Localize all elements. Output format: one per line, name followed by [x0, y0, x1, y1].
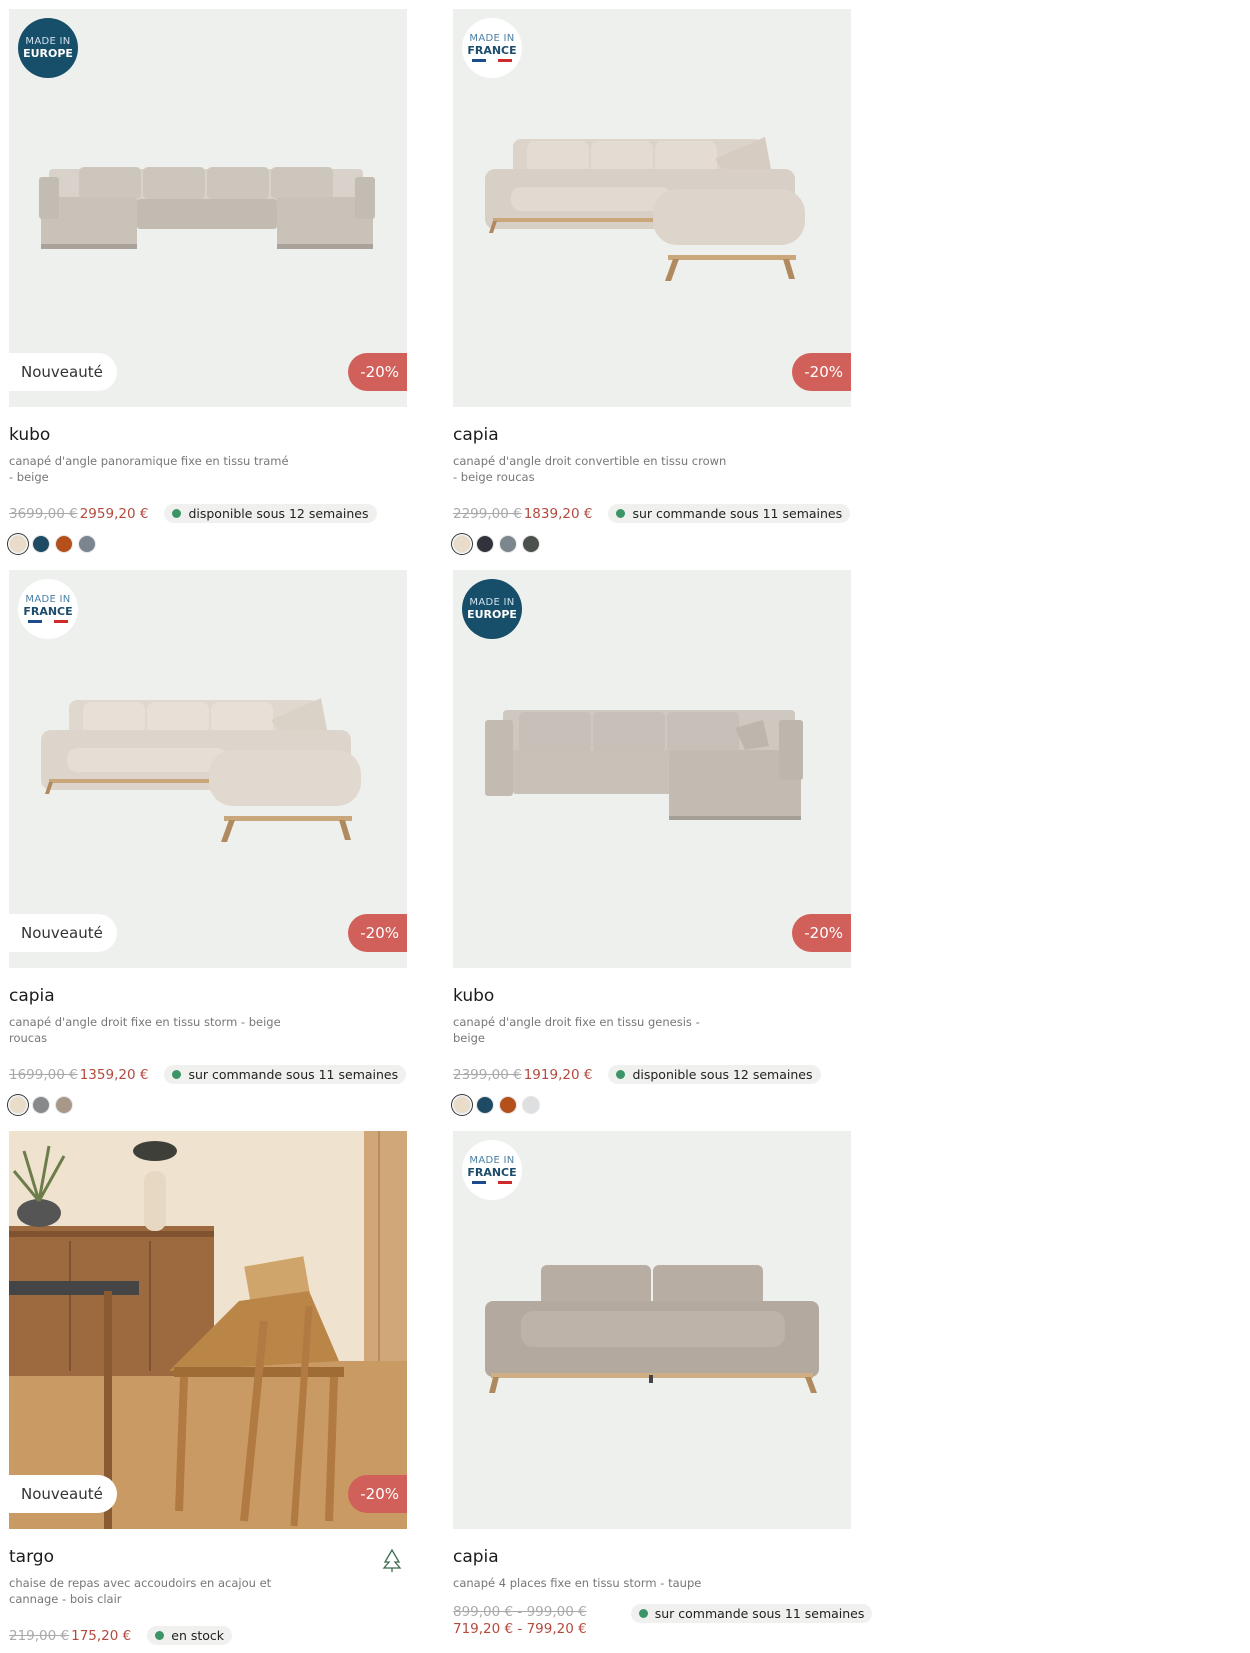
new-price: 175,20 € [71, 1627, 132, 1644]
color-swatches [453, 1096, 851, 1114]
french-flag-icon [472, 1181, 512, 1184]
color-swatch[interactable] [55, 535, 73, 553]
product-description[interactable]: chaise de repas avec accoudoirs en acajo… [9, 1575, 289, 1607]
color-swatches [9, 1096, 407, 1114]
discount-tag: -20% [348, 1475, 407, 1513]
product-description[interactable]: canapé 4 places fixe en tissu storm - ta… [453, 1575, 733, 1591]
color-swatch[interactable] [522, 535, 540, 553]
availability-badge: sur commande sous 11 semaines [164, 1065, 407, 1084]
product-image[interactable]: MADE IN FRANCE [453, 1131, 851, 1529]
product-name[interactable]: capia [9, 986, 407, 1008]
product-card[interactable]: MADE IN FRANCE Nouveauté -20% capia cana… [9, 570, 407, 1114]
availability-text: sur commande sous 11 semaines [632, 506, 843, 521]
product-image[interactable]: MADE IN EUROPE Nouveauté -20% [9, 9, 407, 407]
old-price: 2299,00 € [453, 505, 522, 522]
availability-badge: disponible sous 12 semaines [164, 504, 377, 523]
availability-text: disponible sous 12 semaines [632, 1067, 813, 1082]
new-price: 2959,20 € [79, 505, 149, 522]
new-price: 1919,20 € [523, 1066, 593, 1083]
new-price: 1839,20 € [523, 505, 593, 522]
status-dot-icon [172, 1070, 182, 1079]
color-swatch[interactable] [476, 535, 494, 553]
status-dot-icon [172, 509, 182, 518]
price-row: 899,00 € - 999,00 € 719,20 € - 799,20 € … [453, 1604, 873, 1637]
product-description[interactable]: canapé d'angle droit fixe en tissu storm… [9, 1014, 289, 1046]
status-dot-icon [155, 1631, 165, 1640]
new-price: 719,20 € - 799,20 € [453, 1621, 587, 1637]
made-in-europe-badge: MADE IN EUROPE [462, 579, 522, 639]
dining-chair-photo [9, 1131, 407, 1529]
product-card[interactable]: MADE IN EUROPE -20% kubo canapé d'angle … [453, 570, 851, 1114]
availability-badge: en stock [147, 1626, 233, 1645]
price-row: 3699,00 € 2959,20 € disponible sous 12 s… [9, 504, 407, 523]
price-row: 1699,00 € 1359,20 € sur commande sous 11… [9, 1065, 407, 1084]
color-swatch[interactable] [55, 1096, 73, 1114]
product-name[interactable]: targo [9, 1547, 407, 1569]
french-flag-icon [28, 620, 68, 623]
product-name[interactable]: kubo [453, 986, 851, 1008]
availability-badge: disponible sous 12 semaines [608, 1065, 821, 1084]
new-tag: Nouveauté [9, 353, 117, 391]
color-swatch[interactable] [522, 1096, 540, 1114]
discount-tag: -20% [348, 914, 407, 952]
new-tag: Nouveauté [9, 914, 117, 952]
color-swatch[interactable] [32, 535, 50, 553]
discount-tag: -20% [792, 353, 851, 391]
availability-text: sur commande sous 11 semaines [654, 1606, 865, 1621]
made-in-europe-badge: MADE IN EUROPE [18, 18, 78, 78]
made-in-france-badge: MADE IN FRANCE [18, 579, 78, 639]
product-card[interactable]: Nouveauté -20% targo chaise de repas ave… [9, 1131, 407, 1645]
availability-text: disponible sous 12 semaines [188, 506, 369, 521]
availability-text: en stock [171, 1628, 225, 1643]
old-price: 1699,00 € [9, 1066, 78, 1083]
old-price: 899,00 € - 999,00 € [453, 1604, 587, 1620]
availability-badge: sur commande sous 11 semaines [608, 504, 851, 523]
product-image[interactable]: Nouveauté -20% [9, 1131, 407, 1529]
old-price: 2399,00 € [453, 1066, 522, 1083]
product-image[interactable]: MADE IN EUROPE -20% [453, 570, 851, 968]
availability-badge: sur commande sous 11 semaines [630, 1604, 873, 1623]
made-in-france-badge: MADE IN FRANCE [462, 1140, 522, 1200]
product-description[interactable]: canapé d'angle panoramique fixe en tissu… [9, 453, 289, 485]
made-in-france-badge: MADE IN FRANCE [462, 18, 522, 78]
color-swatch[interactable] [32, 1096, 50, 1114]
color-swatch[interactable] [499, 1096, 517, 1114]
product-image[interactable]: MADE IN FRANCE Nouveauté -20% [9, 570, 407, 968]
price-row: 2399,00 € 1919,20 € disponible sous 12 s… [453, 1065, 851, 1084]
color-swatch[interactable] [499, 535, 517, 553]
status-dot-icon [616, 509, 626, 518]
product-name[interactable]: kubo [9, 425, 407, 447]
product-card[interactable]: MADE IN FRANCE capia canapé 4 places fix… [453, 1131, 873, 1637]
color-swatches [9, 535, 407, 553]
french-flag-icon [472, 59, 512, 62]
new-tag: Nouveauté [9, 1475, 117, 1513]
product-card[interactable]: MADE IN FRANCE -20% capia canapé d'angle… [453, 9, 851, 553]
color-swatch[interactable] [453, 535, 471, 553]
color-swatch[interactable] [476, 1096, 494, 1114]
product-name[interactable]: capia [453, 1547, 851, 1569]
status-dot-icon [638, 1609, 648, 1618]
discount-tag: -20% [348, 353, 407, 391]
old-price: 3699,00 € [9, 505, 78, 522]
new-price: 1359,20 € [79, 1066, 149, 1083]
color-swatch[interactable] [78, 535, 96, 553]
availability-text: sur commande sous 11 semaines [188, 1067, 399, 1082]
old-price: 219,00 € [9, 1627, 70, 1644]
product-name[interactable]: capia [453, 425, 851, 447]
color-swatch[interactable] [453, 1096, 471, 1114]
product-description[interactable]: canapé d'angle droit convertible en tiss… [453, 453, 733, 485]
status-dot-icon [616, 1070, 626, 1079]
color-swatch[interactable] [9, 535, 27, 553]
discount-tag: -20% [792, 914, 851, 952]
price-row: 219,00 € 175,20 € en stock [9, 1626, 407, 1645]
product-image[interactable]: MADE IN FRANCE -20% [453, 9, 851, 407]
fsc-tree-icon [382, 1548, 402, 1572]
product-description[interactable]: canapé d'angle droit fixe en tissu genes… [453, 1014, 733, 1046]
price-range: 899,00 € - 999,00 € 719,20 € - 799,20 € [453, 1604, 587, 1637]
color-swatches [453, 535, 851, 553]
color-swatch[interactable] [9, 1096, 27, 1114]
price-row: 2299,00 € 1839,20 € sur commande sous 11… [453, 504, 851, 523]
product-card[interactable]: MADE IN EUROPE Nouveauté -20% kubo canap… [9, 9, 407, 553]
